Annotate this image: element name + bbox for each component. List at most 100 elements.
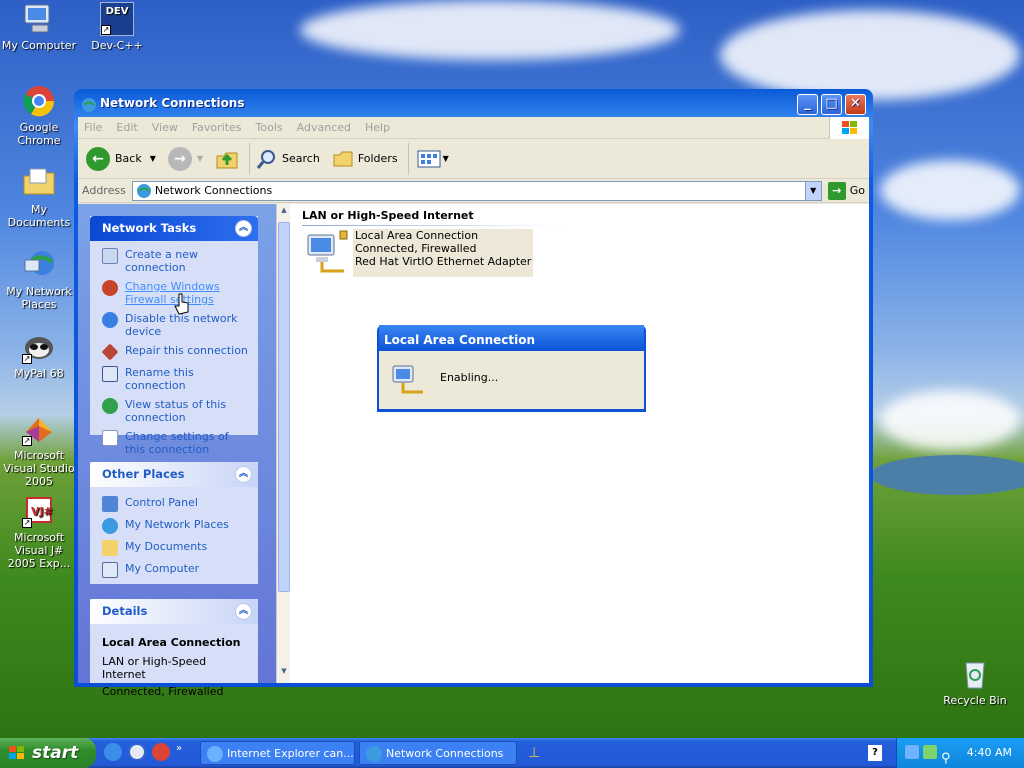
task-label: Disable this network device bbox=[125, 312, 238, 338]
views-icon bbox=[417, 150, 441, 167]
lan-connection-icon bbox=[392, 365, 423, 394]
place-my-documents[interactable]: My Documents bbox=[90, 537, 258, 559]
forward-button[interactable]: → ▼ bbox=[166, 143, 205, 175]
group-header: LAN or High-Speed Internet bbox=[302, 209, 474, 222]
details-header[interactable]: Details ︽ bbox=[90, 599, 258, 624]
search-button[interactable]: Search bbox=[249, 142, 322, 175]
menu-view[interactable]: View bbox=[152, 121, 178, 134]
svg-text:VJ#: VJ# bbox=[31, 505, 53, 518]
up-folder-button[interactable] bbox=[213, 143, 241, 175]
task-view-status[interactable]: View status of this connection bbox=[90, 395, 258, 427]
up-folder-icon bbox=[216, 152, 238, 168]
connection-text: Local Area Connection Connected, Firewal… bbox=[353, 229, 534, 277]
network-activity-icon[interactable]: ⊥ bbox=[528, 745, 540, 761]
cloud bbox=[720, 10, 1020, 100]
security-tray-icon[interactable] bbox=[923, 745, 937, 759]
desktop-icon-my-documents[interactable]: My Documents bbox=[0, 166, 78, 229]
address-input[interactable]: Network Connections ▼ bbox=[131, 180, 822, 201]
help-icon[interactable]: ? bbox=[868, 745, 882, 761]
network-tasks-header[interactable]: Network Tasks ︽ bbox=[90, 216, 258, 241]
taskbar-item-label: Internet Explorer can... bbox=[227, 747, 354, 760]
internet-explorer-icon[interactable] bbox=[104, 743, 122, 761]
repair-icon bbox=[101, 343, 119, 361]
connection-status: Connected, Firewalled bbox=[355, 242, 477, 255]
place-my-network-places[interactable]: My Network Places bbox=[90, 515, 258, 537]
desktop-icon-label: Microsoft Visual Studio 2005 bbox=[3, 449, 75, 488]
network-places-icon bbox=[22, 248, 56, 282]
shortcut-arrow-icon: ↗ bbox=[22, 354, 32, 364]
group-divider bbox=[302, 225, 562, 226]
address-dropdown-icon[interactable]: ▼ bbox=[804, 181, 821, 200]
minimize-button[interactable]: _ bbox=[797, 94, 818, 115]
visual-studio-icon: ↗ bbox=[22, 412, 56, 446]
chrome-icon bbox=[22, 84, 56, 118]
desktop-icon-label: My Network Places bbox=[6, 285, 72, 311]
collapse-chevron-icon[interactable]: ︽ bbox=[235, 220, 252, 237]
task-rename-connection[interactable]: Rename this connection bbox=[90, 363, 258, 395]
dropdown-arrow-icon: ▼ bbox=[442, 154, 449, 163]
folders-button[interactable]: Folders bbox=[330, 143, 400, 175]
dialog-title[interactable]: Local Area Connection bbox=[379, 325, 644, 351]
desktop-icon-visual-studio[interactable]: ↗ Microsoft Visual Studio 2005 bbox=[0, 412, 78, 488]
network-connections-icon bbox=[136, 183, 151, 198]
back-button[interactable]: ← Back ▼ bbox=[84, 143, 158, 175]
close-button[interactable]: ✕ bbox=[845, 94, 866, 115]
desktop-icon-label: My Computer bbox=[1, 39, 77, 52]
search-tray-icon[interactable]: ⚲ bbox=[941, 744, 951, 768]
scrollbar-thumb[interactable] bbox=[278, 222, 290, 592]
details-type: LAN or High-Speed Internet bbox=[102, 655, 207, 681]
desktop-icon-label: Microsoft Visual J# 2005 Exp... bbox=[7, 531, 71, 570]
go-button[interactable]: → Go bbox=[827, 181, 865, 200]
cloud bbox=[300, 0, 680, 60]
dialog-message: Enabling... bbox=[440, 371, 499, 384]
place-my-computer[interactable]: My Computer bbox=[90, 559, 258, 581]
chevron-right-icon[interactable]: » bbox=[176, 743, 186, 761]
task-pane: Network Tasks ︽ Create a new connection … bbox=[78, 204, 276, 698]
menu-help[interactable]: Help bbox=[365, 121, 390, 134]
devcpp-icon: DEV ↗ bbox=[100, 2, 134, 36]
menu-edit[interactable]: Edit bbox=[116, 121, 137, 134]
views-button[interactable]: ▼ bbox=[407, 142, 451, 175]
task-change-settings[interactable]: Change settings of this connection bbox=[90, 427, 258, 459]
browser-quicklaunch-icon[interactable] bbox=[152, 743, 170, 761]
task-create-connection[interactable]: Create a new connection bbox=[90, 245, 258, 277]
windows-logo-icon bbox=[829, 117, 869, 139]
back-arrow-icon: ← bbox=[86, 146, 110, 171]
place-label: My Computer bbox=[125, 562, 200, 575]
window-titlebar[interactable]: Network Connections _ □ ✕ bbox=[78, 89, 869, 117]
desktop-icon-mypal[interactable]: ↗ MyPal 68 bbox=[0, 330, 78, 380]
menu-tools[interactable]: Tools bbox=[256, 121, 283, 134]
other-places-header[interactable]: Other Places ︽ bbox=[90, 462, 258, 487]
taskbar-item-ie[interactable]: Internet Explorer can... bbox=[200, 741, 355, 765]
taskbar-item-network-connections[interactable]: Network Connections bbox=[359, 741, 517, 765]
connection-item[interactable]: Local Area Connection Connected, Firewal… bbox=[304, 229, 534, 277]
task-repair-connection[interactable]: Repair this connection bbox=[90, 341, 258, 363]
hand-cursor-icon bbox=[174, 293, 189, 315]
menu-file[interactable]: File bbox=[84, 121, 102, 134]
network-tray-icon[interactable] bbox=[905, 745, 919, 759]
standard-toolbar: ← Back ▼ → ▼ Search Folders ▼ bbox=[78, 139, 869, 179]
collapse-chevron-icon[interactable]: ︽ bbox=[235, 603, 252, 620]
chrome-quicklaunch-icon[interactable] bbox=[128, 743, 146, 761]
desktop-icon-visual-jsharp[interactable]: VJ# ↗ Microsoft Visual J# 2005 Exp... bbox=[0, 494, 78, 570]
scroll-down-icon[interactable]: ▼ bbox=[278, 667, 290, 681]
task-label: Change settings of this connection bbox=[125, 430, 229, 456]
place-control-panel[interactable]: Control Panel bbox=[90, 493, 258, 515]
collapse-chevron-icon[interactable]: ︽ bbox=[235, 466, 252, 483]
desktop-icon-recycle-bin[interactable]: Recycle Bin bbox=[936, 657, 1014, 707]
menu-favorites[interactable]: Favorites bbox=[192, 121, 242, 134]
start-button[interactable]: start bbox=[0, 738, 96, 768]
desktop-icon-chrome[interactable]: Google Chrome bbox=[0, 84, 78, 147]
menu-advanced[interactable]: Advanced bbox=[297, 121, 351, 134]
desktop-icon-my-computer[interactable]: My Computer bbox=[0, 2, 78, 52]
address-bar: Address Network Connections ▼ → Go bbox=[78, 179, 869, 203]
taskbar: start » Internet Explorer can... Network… bbox=[0, 738, 1024, 768]
scroll-up-icon[interactable]: ▲ bbox=[278, 206, 290, 220]
desktop-icon-my-network-places[interactable]: My Network Places bbox=[0, 248, 78, 311]
desktop-icon-devcpp[interactable]: DEV ↗ Dev-C++ bbox=[78, 2, 156, 52]
dropdown-arrow-icon: ▼ bbox=[149, 154, 156, 163]
rename-icon bbox=[102, 366, 118, 382]
maximize-button[interactable]: □ bbox=[821, 94, 842, 115]
task-pane-scrollbar[interactable]: ▲ ▼ bbox=[276, 204, 290, 683]
search-label: Search bbox=[282, 152, 320, 165]
